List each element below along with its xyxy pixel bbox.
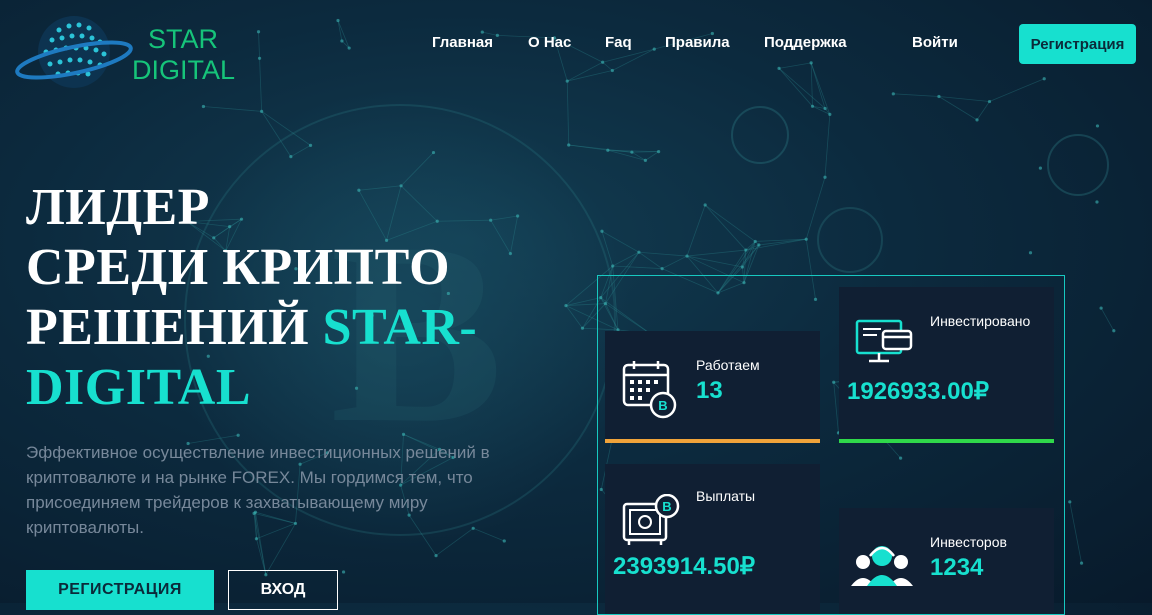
hero-title-line3: РЕШЕНИЙ	[26, 299, 323, 356]
nav-item-support[interactable]: Поддержка	[764, 34, 847, 51]
hero-description: Эффективное осуществление инвестиционных…	[26, 443, 490, 537]
stat-value-working: 13	[696, 377, 723, 404]
stat-card-invested: Инвестировано 1926933.00₽	[839, 287, 1054, 443]
brand-logo[interactable]: STAR DIGITAL	[14, 10, 254, 100]
hero-title-line4: DIGITAL	[26, 359, 252, 416]
nav-item-about[interactable]: О Нас	[528, 34, 571, 51]
nav-item-faq[interactable]: Faq	[605, 34, 632, 51]
hero-login-button[interactable]: ВХОД	[228, 570, 338, 610]
stat-label-payouts: Выплаты	[696, 488, 756, 504]
globe-icon	[15, 16, 133, 88]
brand-line1: STAR	[148, 24, 219, 54]
svg-text:B: B	[658, 398, 667, 413]
hero-register-button[interactable]: РЕГИСТРАЦИЯ	[26, 570, 214, 610]
hero-title-line2: СРЕДИ КРИПТО	[26, 239, 451, 296]
stat-label-working: Работаем	[696, 357, 760, 373]
login-link[interactable]: Войти	[912, 34, 958, 51]
stat-card-investors: Инвесторов 1234	[839, 508, 1054, 614]
hero-title-accent: STAR-	[322, 299, 478, 356]
people-headset-icon	[851, 546, 913, 586]
nav-item-rules[interactable]: Правила	[665, 34, 730, 51]
register-button-header[interactable]: Регистрация	[1019, 24, 1136, 64]
nav-item-home[interactable]: Главная	[432, 34, 493, 51]
stat-value-payouts: 2393914.50₽	[613, 553, 756, 580]
safe-bitcoin-icon: B	[622, 494, 680, 545]
stats-panel: B Работаем 13 Инвестировано 1926933.00₽ …	[597, 275, 1065, 615]
stat-label-investors: Инвесторов	[930, 534, 1007, 550]
stat-value-investors: 1234	[930, 554, 984, 581]
svg-text:B: B	[662, 499, 671, 514]
stat-card-working: B Работаем 13	[605, 331, 820, 443]
stat-card-payouts: B Выплаты 2393914.50₽	[605, 464, 820, 614]
calendar-bitcoin-icon: B	[622, 361, 677, 419]
stat-value-invested: 1926933.00₽	[847, 378, 990, 405]
stat-label-invested: Инвестировано	[930, 313, 1031, 329]
hero-title-line1: ЛИДЕР	[26, 179, 210, 236]
monitor-card-icon	[855, 319, 913, 363]
hero-title: ЛИДЕР СРЕДИ КРИПТО РЕШЕНИЙ STAR- DIGITAL	[26, 178, 477, 418]
brand-line2: DIGITAL	[132, 55, 236, 85]
